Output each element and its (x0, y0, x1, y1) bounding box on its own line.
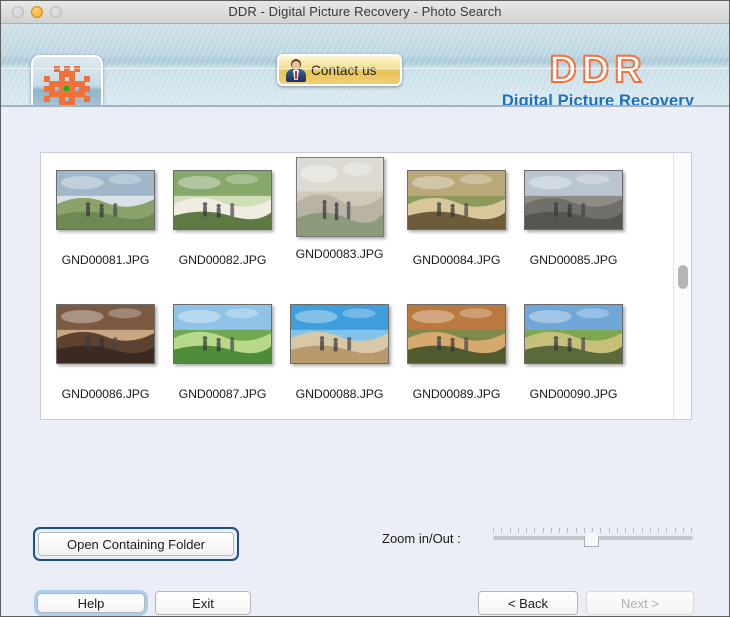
photo-thumbnail-item[interactable]: GND00086.JPG (47, 287, 164, 419)
help-button[interactable]: Help (37, 593, 145, 613)
photo-row: GND00086.JPG GND00087.JPG GND00088.JPG G… (41, 287, 674, 419)
back-button[interactable]: < Back (478, 591, 578, 615)
photo-thumbnail-item[interactable]: GND00081.JPG (47, 153, 164, 287)
photo-results-panel: GND00081.JPG GND00082.JPG GND00083.JPG G… (40, 152, 692, 420)
photo-thumbnail-item[interactable]: GND00085.JPG (515, 153, 632, 287)
photo-filename-label: GND00083.JPG (295, 247, 384, 261)
photo-thumbnail-image[interactable] (173, 170, 272, 230)
photo-thumbnail-image[interactable] (524, 170, 623, 230)
photo-thumbnail-item[interactable]: GND00087.JPG (164, 287, 281, 419)
brand-logo: DDR Digital Picture Recovery (483, 49, 713, 107)
main-body: GND00081.JPG GND00082.JPG GND00083.JPG G… (1, 107, 729, 616)
photo-thumbnail-box (173, 293, 272, 375)
help-focus-ring: Help (34, 590, 148, 616)
photo-filename-label: GND00087.JPG (178, 387, 267, 401)
photo-thumbnail-item[interactable]: GND00084.JPG (398, 153, 515, 287)
photo-thumbnail-image[interactable] (295, 157, 384, 237)
photo-filename-label: GND00084.JPG (412, 253, 501, 267)
photo-filename-label: GND00089.JPG (412, 387, 501, 401)
photo-thumbnail-image[interactable] (290, 304, 389, 364)
brand-subtitle: Digital Picture Recovery (501, 92, 695, 107)
photo-filename-label: GND00085.JPG (529, 253, 618, 267)
header-banner: Contact us DDR Digital Picture Recovery (1, 24, 729, 107)
photo-thumbnail-item[interactable]: GND00090.JPG (515, 287, 632, 419)
open-folder-focus-ring: Open Containing Folder (33, 527, 239, 561)
photo-thumbnail-box (290, 293, 389, 375)
contact-us-button[interactable]: Contact us (277, 54, 402, 86)
photo-grid: GND00081.JPG GND00082.JPG GND00083.JPG G… (41, 153, 674, 419)
photo-thumbnail-box (56, 159, 155, 241)
zoom-slider[interactable] (493, 528, 693, 548)
photo-filename-label: GND00088.JPG (295, 387, 384, 401)
person-icon (285, 58, 307, 82)
photo-thumbnail-box (407, 293, 506, 375)
photo-thumbnail-item[interactable]: GND00082.JPG (164, 153, 281, 287)
checker-flower-icon (44, 66, 90, 105)
photo-thumbnail-item[interactable]: GND00088.JPG (281, 287, 398, 419)
photo-thumbnail-image[interactable] (407, 170, 506, 230)
photo-filename-label: GND00090.JPG (529, 387, 618, 401)
open-containing-folder-button[interactable]: Open Containing Folder (38, 532, 234, 556)
photo-row: GND00081.JPG GND00082.JPG GND00083.JPG G… (41, 153, 674, 287)
photo-filename-label: GND00086.JPG (61, 387, 150, 401)
window-title: DDR - Digital Picture Recovery - Photo S… (228, 4, 502, 19)
scrollbar-thumb[interactable] (678, 265, 688, 289)
photo-thumbnail-image[interactable] (173, 304, 272, 364)
window-title-bar: DDR - Digital Picture Recovery - Photo S… (1, 1, 729, 24)
photo-thumbnail-image[interactable] (524, 304, 623, 364)
photo-thumbnail-image[interactable] (56, 304, 155, 364)
photo-thumbnail-item[interactable]: GND00083.JPG (281, 153, 398, 287)
photo-thumbnail-box (524, 293, 623, 375)
photo-thumbnail-box (173, 159, 272, 241)
next-button: Next > (586, 591, 694, 615)
brand-title: DDR (548, 49, 647, 91)
photo-thumbnail-box (56, 293, 155, 375)
app-window: DDR - Digital Picture Recovery - Photo S… (0, 0, 730, 617)
exit-button[interactable]: Exit (155, 591, 251, 615)
ddr-app-icon (31, 55, 103, 105)
photo-thumbnail-image[interactable] (407, 304, 506, 364)
photo-filename-label: GND00081.JPG (61, 253, 150, 267)
photo-thumbnail-box (295, 153, 384, 241)
photo-thumbnail-box (407, 159, 506, 241)
photo-thumbnail-item[interactable]: GND00089.JPG (398, 287, 515, 419)
zoom-slider-label: Zoom in/Out : (382, 531, 461, 546)
photo-thumbnail-box (524, 159, 623, 241)
photo-grid-scrollbar[interactable] (673, 153, 691, 419)
contact-us-label: Contact us (311, 62, 377, 78)
photo-thumbnail-image[interactable] (56, 170, 155, 230)
photo-filename-label: GND00082.JPG (178, 253, 267, 267)
